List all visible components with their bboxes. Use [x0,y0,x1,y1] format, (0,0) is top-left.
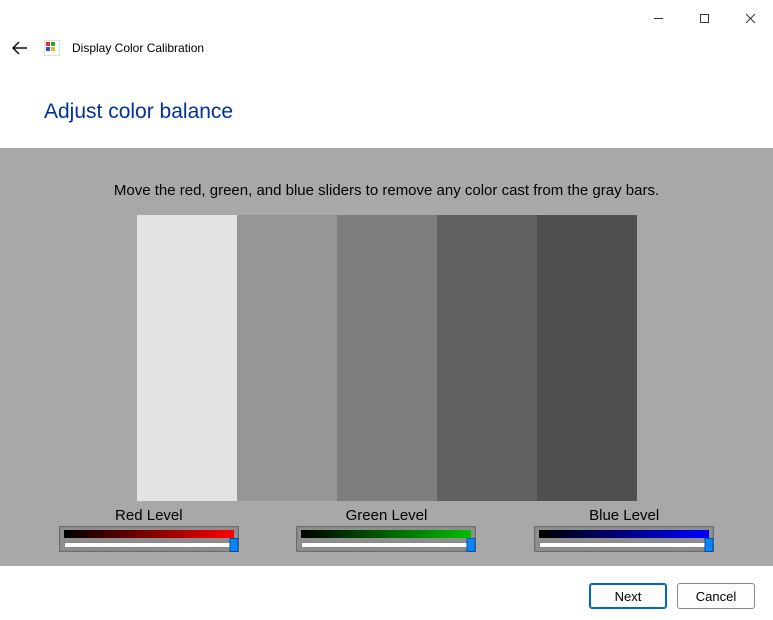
header-row: Display Color Calibration [0,32,773,64]
green-slider-thumb[interactable] [467,538,476,552]
green-gradient-icon [301,530,471,538]
red-slider-track [64,542,234,548]
blue-slider-label: Blue Level [534,507,714,524]
window-titlebar [0,0,773,32]
red-slider-label: Red Level [59,507,239,524]
blue-gradient-icon [539,530,709,538]
calibration-panel: Move the red, green, and blue sliders to… [0,148,773,566]
gray-bar-3 [337,215,437,501]
red-slider[interactable] [59,526,239,552]
app-icon [44,40,60,56]
red-gradient-icon [64,530,234,538]
page-heading: Adjust color balance [0,64,773,148]
close-button[interactable] [727,4,773,32]
cancel-button[interactable]: Cancel [677,583,755,609]
next-button[interactable]: Next [589,583,667,609]
back-button[interactable] [8,36,32,60]
blue-slider-track [539,542,709,548]
maximize-button[interactable] [681,4,727,32]
gray-bar-4 [437,215,537,501]
green-slider-track [301,542,471,548]
gray-bar-2 [237,215,337,501]
gray-bar-1 [137,215,237,501]
blue-slider-thumb[interactable] [705,538,714,552]
green-slider[interactable] [296,526,476,552]
green-slider-block: Green Level [296,507,476,552]
blue-slider-block: Blue Level [534,507,714,552]
red-slider-block: Red Level [59,507,239,552]
green-slider-label: Green Level [296,507,476,524]
red-slider-thumb[interactable] [229,538,238,552]
sliders-row: Red Level Green Level Blue Level [0,507,773,552]
blue-slider[interactable] [534,526,714,552]
instruction-text: Move the red, green, and blue sliders to… [0,182,773,199]
gray-bar-5 [537,215,637,501]
minimize-button[interactable] [635,4,681,32]
gray-bars [0,215,773,501]
app-title: Display Color Calibration [72,41,204,55]
footer: Next Cancel [0,572,773,620]
